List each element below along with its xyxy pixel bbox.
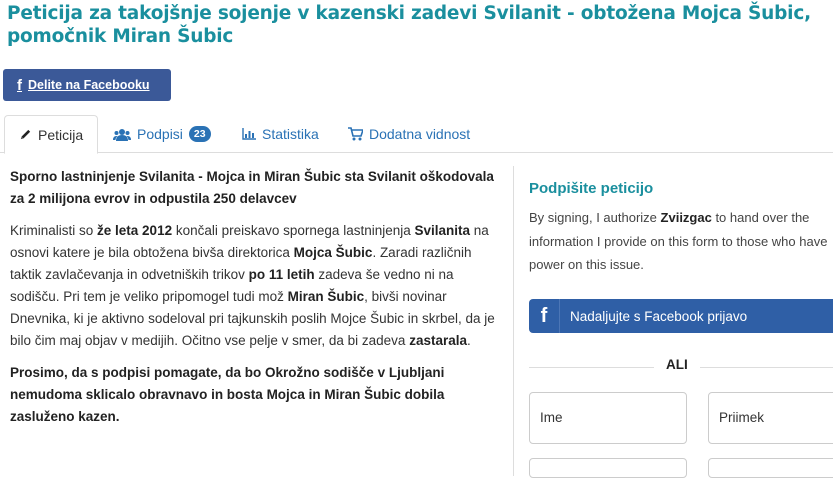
body-bold: zastarala <box>409 333 467 348</box>
sign-consent-text: By signing, I authorize Zviizgac to hand… <box>529 206 833 277</box>
last-name-field[interactable]: Priimek <box>708 392 833 444</box>
pencil-icon <box>19 128 32 141</box>
cart-icon <box>348 127 363 141</box>
sign-petition-panel: Podpišite peticijo By signing, I authori… <box>513 166 833 478</box>
tab-signatures-label: Podpisi <box>137 126 183 142</box>
bar-chart-icon <box>242 128 256 140</box>
consent-text: By signing, I authorize <box>529 210 661 225</box>
body-bold: že leta 2012 <box>97 223 173 238</box>
consent-org: Zviizgac <box>660 210 712 225</box>
tab-statistics[interactable]: Statistika <box>242 115 319 153</box>
tab-extra-visibility[interactable]: Dodatna vidnost <box>348 115 470 153</box>
facebook-share-label: Delite na Facebooku <box>28 78 150 92</box>
petition-lead: Sporno lastninjenje Svilanita - Mojca in… <box>10 169 494 206</box>
extra-field[interactable] <box>708 458 833 478</box>
body-bold: Mojca Šubic <box>293 245 373 260</box>
tab-petition-label: Peticija <box>38 126 84 143</box>
first-name-placeholder: Ime <box>540 410 563 425</box>
body-bold: Miran Šubic <box>287 289 365 304</box>
body-text: končali preiskavo spornega lastninjenja <box>172 223 415 238</box>
petition-appeal: Prosimo, da s podpisi pomagate, da bo Ok… <box>10 365 445 424</box>
tab-bar: Peticija Podpisi 23 Statistika Dodatna v… <box>0 115 833 154</box>
facebook-icon: f <box>17 76 22 94</box>
petition-body: Kriminalisti so že leta 2012 končali pre… <box>10 220 498 352</box>
body-bold: Svilanita <box>414 223 471 238</box>
facebook-share-button[interactable]: f Delite na Facebooku <box>3 69 171 101</box>
last-name-placeholder: Priimek <box>719 410 765 425</box>
body-text: Kriminalisti so <box>10 223 98 238</box>
body-text: . <box>466 333 471 348</box>
signature-count-badge: 23 <box>188 126 211 142</box>
or-label: ALI <box>654 357 700 372</box>
tab-petition[interactable]: Peticija <box>4 115 99 154</box>
petition-content: Sporno lastninjenje Svilanita - Mojca in… <box>10 166 498 438</box>
body-bold: po 11 letih <box>248 267 315 282</box>
sign-panel-title: Podpišite peticijo <box>529 180 654 197</box>
email-field[interactable] <box>529 458 687 478</box>
tab-statistics-label: Statistika <box>262 126 319 142</box>
facebook-login-button[interactable]: f Nadaljujte s Facebook prijavo <box>529 299 833 333</box>
divider <box>559 299 560 333</box>
facebook-login-label: Nadaljujte s Facebook prijavo <box>570 308 748 324</box>
facebook-icon: f <box>540 304 548 327</box>
page-title: Peticija za takojšnje sojenje v kazenski… <box>7 3 811 47</box>
users-icon <box>113 128 131 141</box>
tab-signatures[interactable]: Podpisi 23 <box>113 115 211 153</box>
first-name-field[interactable]: Ime <box>529 392 687 444</box>
tab-extra-visibility-label: Dodatna vidnost <box>369 126 471 142</box>
